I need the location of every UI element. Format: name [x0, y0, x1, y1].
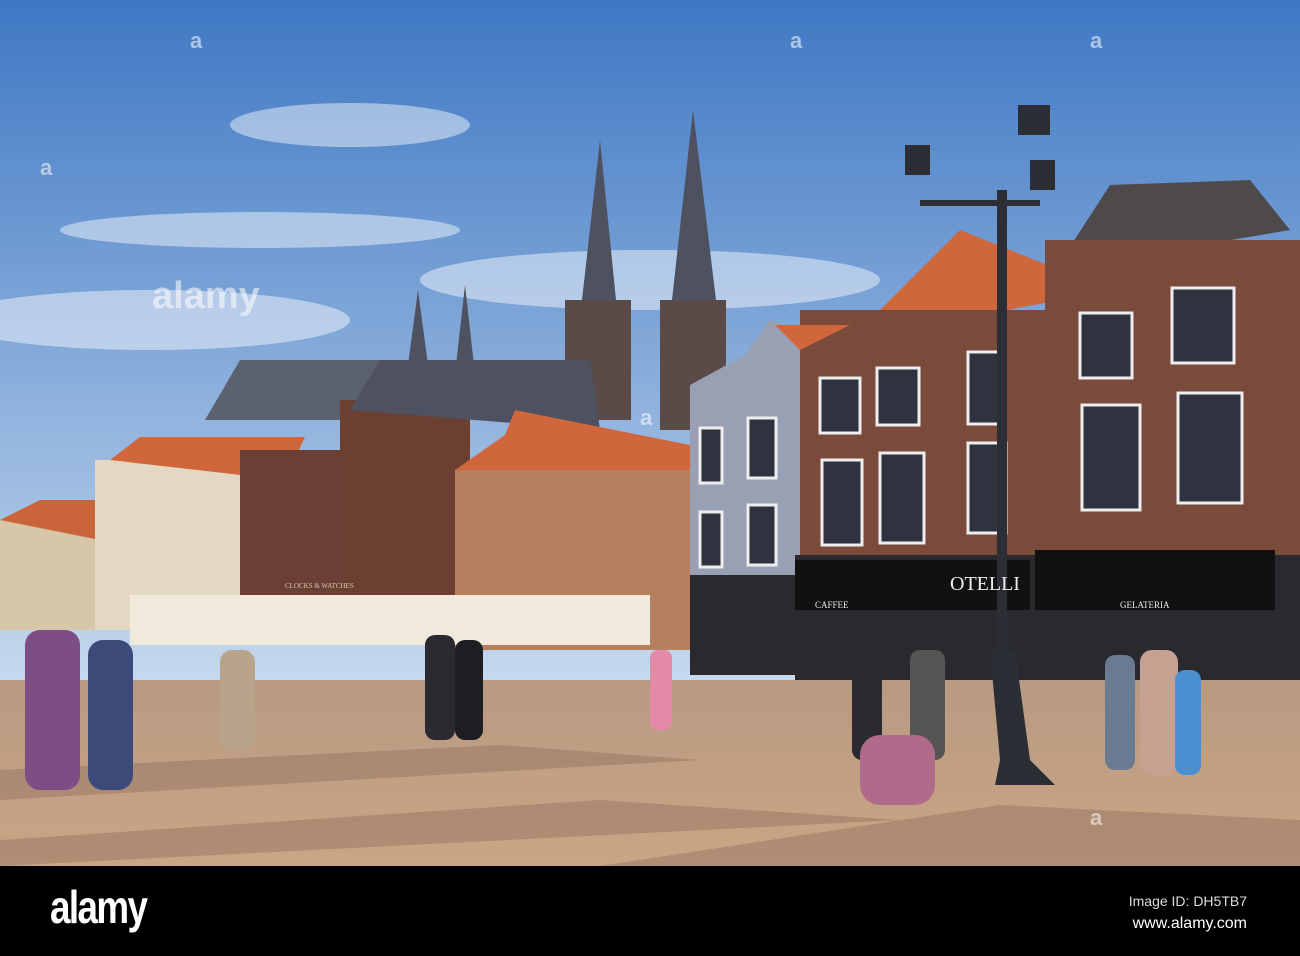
watermark-a: a — [40, 155, 53, 180]
market-square-photo: OTELLI CAFFEE GELATERIA CLOCKS & WATCHES — [0, 0, 1300, 866]
caffee-sign: CAFFEE — [815, 600, 849, 610]
footer-bar — [0, 866, 1300, 956]
watermark-a: a — [640, 405, 653, 430]
alamy-logo: alamy — [50, 881, 148, 933]
site-url: www.alamy.com — [1132, 915, 1247, 932]
clocks-sign: CLOCKS & WATCHES — [285, 582, 354, 590]
watermark-a: a — [1090, 805, 1103, 830]
watermark-a: a — [790, 28, 803, 53]
watermark-logo: alamy — [152, 275, 260, 317]
otelli-sign: OTELLI — [950, 573, 1020, 595]
image-id: Image ID: DH5TB7 — [1128, 893, 1247, 909]
watermark-a: a — [190, 28, 203, 53]
gelateria-sign: GELATERIA — [1120, 600, 1170, 610]
watermark-a: a — [1090, 28, 1103, 53]
